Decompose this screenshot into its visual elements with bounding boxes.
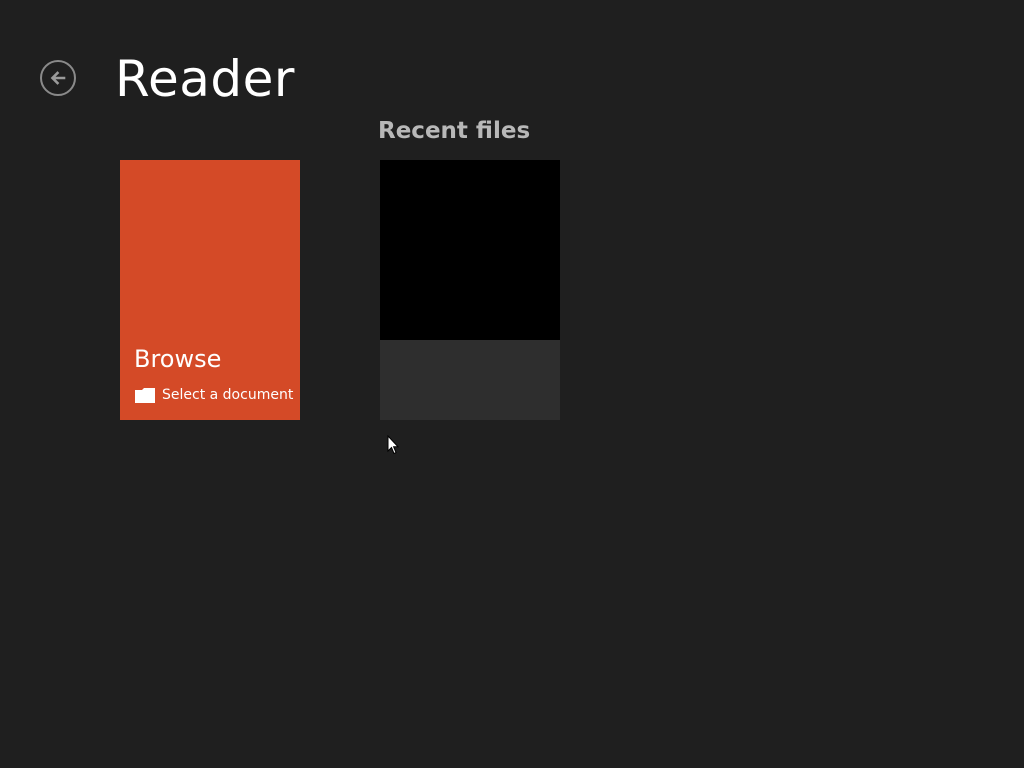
recent-file-tile[interactable] <box>380 160 560 420</box>
recent-file-thumbnail <box>380 160 560 340</box>
mouse-pointer-icon <box>387 435 399 455</box>
browse-label: Browse <box>134 345 222 373</box>
reader-start-screen: Reader Recent files Browse Select a docu… <box>0 0 1024 768</box>
back-button[interactable] <box>40 60 76 96</box>
browse-subtitle: Select a document <box>135 385 293 405</box>
recent-file-caption <box>380 340 560 420</box>
browse-tile[interactable]: Browse Select a document <box>120 160 300 420</box>
back-arrow-icon <box>50 71 66 85</box>
folder-icon <box>135 388 155 403</box>
app-title: Reader <box>115 50 295 108</box>
recent-files-heading: Recent files <box>378 118 531 144</box>
browse-sublabel: Select a document <box>162 387 294 403</box>
